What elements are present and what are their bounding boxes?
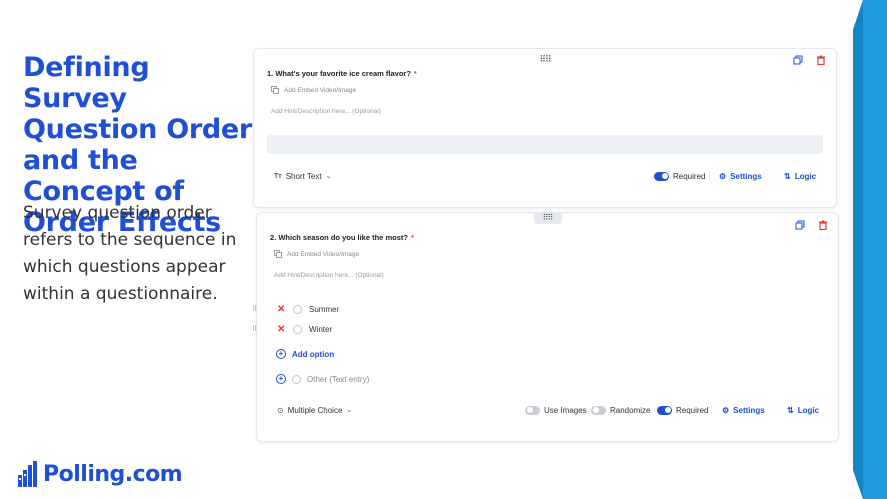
image-icon: [274, 250, 282, 258]
settings-label: Settings: [733, 405, 765, 415]
short-text-answer-preview: [267, 135, 823, 154]
option-label[interactable]: Summer: [309, 305, 339, 314]
question-text: 1. What's your favorite ice cream flavor…: [267, 69, 411, 78]
drag-grip-icon[interactable]: ⠿: [252, 325, 257, 333]
other-label: Other (Text entry): [307, 374, 370, 384]
slide-description: Survey question order refers to the sequ…: [23, 203, 237, 304]
drag-handle-icon[interactable]: ⠿⠿: [539, 54, 551, 65]
add-embed-link[interactable]: Add Embed Video/Image: [274, 250, 359, 258]
toggle-switch[interactable]: [591, 405, 606, 415]
add-embed-link[interactable]: Add Embed Video/Image: [271, 86, 356, 94]
question-type-select[interactable]: ⊙ Multiple Choice ⌄: [277, 406, 352, 415]
required-star: *: [413, 69, 417, 78]
polling-logo: Polling.com: [18, 461, 183, 487]
add-option-button[interactable]: + Add option: [276, 349, 334, 359]
option-label[interactable]: Winter: [309, 325, 332, 334]
remove-option-icon[interactable]: ✕: [277, 324, 285, 335]
plus-circle-icon: +: [276, 349, 286, 359]
side-accent-bar: [849, 0, 887, 499]
use-images-label: Use Images: [544, 405, 587, 415]
card-actions: [795, 220, 828, 230]
option-row: ⠿ ✕ Summer: [252, 304, 457, 315]
gear-icon: ⚙: [719, 171, 727, 181]
required-toggle[interactable]: Required: [654, 171, 706, 181]
image-icon: [271, 86, 279, 94]
settings-label: Settings: [730, 171, 762, 181]
add-option-label: Add option: [292, 349, 335, 359]
hint-input[interactable]: Add Hint/Description here... (Optional): [271, 108, 381, 115]
chevron-down-icon: ⌄: [325, 173, 332, 180]
embed-label: Add Embed Video/Image: [284, 86, 357, 94]
logic-icon: ⇅: [784, 171, 791, 181]
remove-option-icon[interactable]: ✕: [277, 304, 285, 315]
radio-button: [292, 374, 301, 384]
gear-icon: ⚙: [722, 405, 730, 415]
type-label: Multiple Choice: [287, 405, 343, 415]
radio-button[interactable]: [293, 304, 302, 314]
chevron-down-icon: ⌄: [346, 407, 353, 414]
settings-button[interactable]: ⚙ Settings: [719, 172, 762, 181]
required-label: Required: [673, 171, 706, 181]
toggle-switch[interactable]: [657, 405, 672, 415]
question-type-select[interactable]: Tт Short Text ⌄: [274, 172, 331, 181]
embed-label: Add Embed Video/Image: [287, 250, 360, 258]
logic-label: Logic: [794, 171, 817, 181]
toggle-switch[interactable]: [654, 171, 669, 181]
radio-button[interactable]: [293, 324, 302, 334]
question-title[interactable]: 2. Which season do you like the most? *: [270, 233, 414, 242]
multiple-choice-icon: ⊙: [277, 405, 284, 415]
randomize-label: Randomize: [610, 405, 651, 415]
randomize-toggle[interactable]: Randomize: [591, 405, 651, 415]
card-actions: [793, 55, 826, 65]
required-toggle[interactable]: Required: [657, 405, 709, 415]
question-card-2: ⠿⠿ 2. Which season do you like the most?…: [252, 212, 839, 442]
logic-label: Logic: [797, 405, 820, 415]
polling-logo-icon: [18, 461, 37, 487]
delete-icon[interactable]: [816, 55, 826, 65]
logic-icon: ⇅: [787, 405, 794, 415]
question-text: 2. Which season do you like the most?: [270, 233, 408, 242]
drag-handle-icon[interactable]: ⠿⠿: [533, 212, 562, 224]
plus-circle-icon: +: [276, 374, 286, 384]
required-label: Required: [676, 405, 709, 415]
duplicate-icon[interactable]: [795, 220, 805, 230]
option-row: ⠿ ✕ Winter: [252, 324, 457, 335]
type-label: Short Text: [285, 171, 322, 181]
drag-grip-icon[interactable]: ⠿: [252, 305, 257, 313]
text-type-icon: Tт: [274, 172, 282, 180]
add-other-option[interactable]: + Other (Text entry): [276, 374, 369, 384]
logic-button[interactable]: ⇅ Logic: [787, 406, 819, 415]
toggle-switch[interactable]: [525, 405, 540, 415]
question-title[interactable]: 1. What's your favorite ice cream flavor…: [267, 69, 417, 78]
settings-button[interactable]: ⚙ Settings: [722, 406, 765, 415]
hint-input[interactable]: Add Hint/Description here... (Optional): [274, 272, 384, 279]
use-images-toggle[interactable]: Use Images: [525, 405, 587, 415]
question-card-1: ⠿⠿ 1. What's your favorite ice cream fla…: [253, 48, 837, 208]
delete-icon[interactable]: [818, 220, 828, 230]
required-star: *: [410, 233, 414, 242]
duplicate-icon[interactable]: [793, 55, 803, 65]
logic-button[interactable]: ⇅ Logic: [784, 172, 816, 181]
logo-text: Polling.com: [43, 461, 183, 487]
